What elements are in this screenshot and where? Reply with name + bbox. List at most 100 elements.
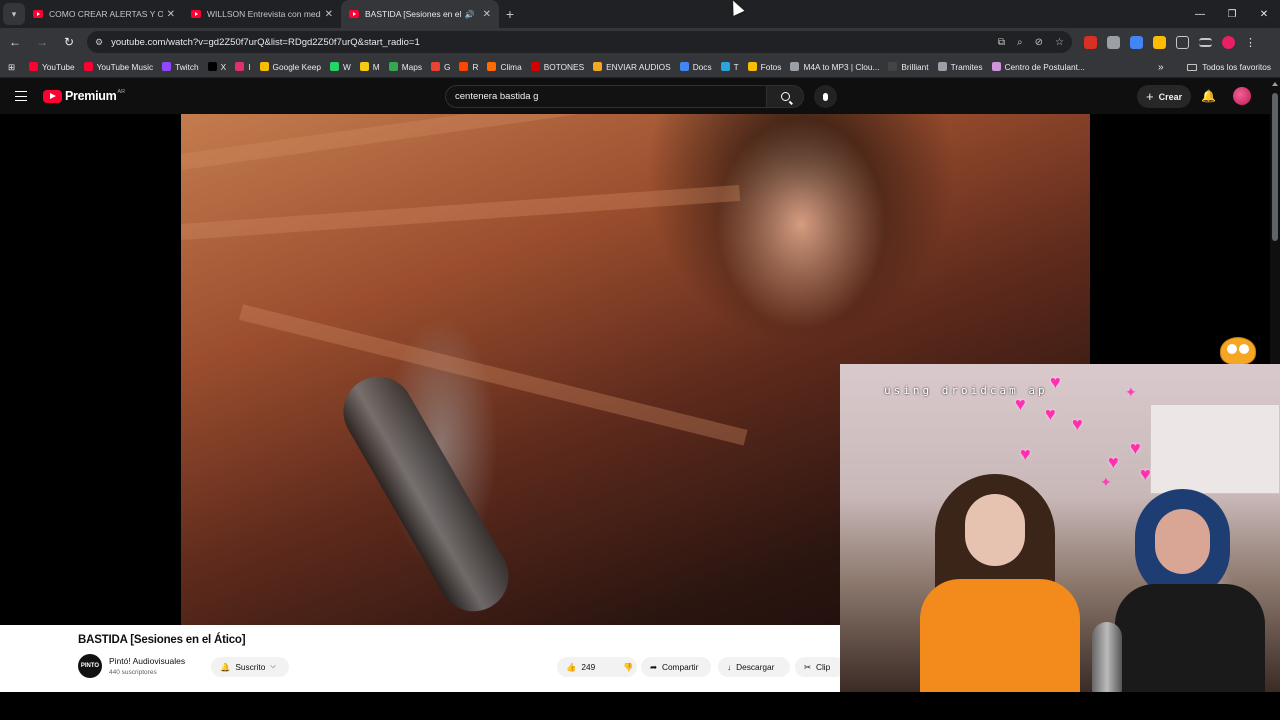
bookmark-item[interactable]: YouTube <box>28 62 75 72</box>
share-button[interactable]: ➦ Compartir <box>641 657 711 677</box>
bookmark-label: Brilliant <box>901 61 929 72</box>
eye-slash-icon[interactable]: ⊘ <box>1035 37 1043 48</box>
youtube-play-icon <box>43 89 62 103</box>
youtube-favicon-icon <box>349 10 359 18</box>
youtube-logo[interactable]: Premium AR <box>43 89 125 103</box>
bookmark-item[interactable]: T <box>720 61 739 72</box>
tab-2[interactable]: WILLSON Entrevista con medio ✕ <box>183 0 341 28</box>
channel-avatar[interactable]: PINTO <box>78 654 102 678</box>
forward-arrow-icon[interactable]: → <box>30 30 54 54</box>
bookmark-favicon-icon <box>530 62 540 71</box>
search-icon <box>780 92 790 101</box>
speaker-icon[interactable]: 🔊 <box>465 10 475 19</box>
site-info-icon[interactable]: ⚙ <box>95 37 103 48</box>
bookmark-item[interactable]: Centro de Postulant... <box>991 62 1085 72</box>
bookmark-item[interactable]: Twitch <box>162 62 199 72</box>
heart-sticker-icon: ♥ <box>1020 444 1031 464</box>
bookmark-label: M <box>372 61 380 72</box>
channel-name[interactable]: Pintó! Audiovisuales <box>109 656 185 666</box>
restore-icon[interactable]: ❐ <box>1216 0 1248 28</box>
extension-icon[interactable] <box>1084 35 1097 49</box>
more-bookmarks-icon[interactable]: » <box>1158 56 1164 78</box>
bookmark-item[interactable]: Clima <box>487 62 522 72</box>
bookmark-item[interactable]: ENVIAR AUDIOS <box>593 62 671 72</box>
hamburger-menu-icon[interactable] <box>15 91 27 101</box>
notifications-bell-icon[interactable]: 🔔 <box>1201 89 1216 103</box>
reload-icon[interactable]: ↻ <box>57 30 81 54</box>
close-icon[interactable]: ✕ <box>325 9 333 20</box>
clip-label: Clip <box>815 662 831 672</box>
extension-icon[interactable] <box>1130 35 1143 49</box>
bookmark-item[interactable]: W <box>329 62 351 72</box>
download-icon: ↓ <box>727 662 732 672</box>
voice-search-button[interactable] <box>814 85 837 108</box>
install-app-icon[interactable]: ⧉ <box>998 37 1005 48</box>
bookmark-item[interactable]: Docs <box>679 61 712 72</box>
search-input[interactable]: centenera bastida g <box>445 85 767 108</box>
dislike-button[interactable]: 👎 <box>614 657 642 677</box>
back-arrow-icon[interactable]: ← <box>3 30 27 54</box>
bookmark-item[interactable]: Maps <box>388 61 423 72</box>
bookmark-label: Docs <box>692 61 712 72</box>
profile-avatar-icon[interactable] <box>1222 35 1235 49</box>
reading-list-icon[interactable] <box>1199 37 1212 47</box>
tab-title: WILLSON Entrevista con medio <box>207 9 321 19</box>
face <box>1155 509 1210 574</box>
tab-title: COMO CREAR ALERTAS Y OVE <box>49 9 163 19</box>
tab-search-button[interactable]: ▾ <box>3 3 25 25</box>
bookmark-favicon-icon <box>162 62 172 71</box>
kebab-menu-icon[interactable]: ⋮ <box>1245 36 1256 49</box>
search-button[interactable] <box>766 85 804 108</box>
video-info-panel: BASTIDA [Sesiones en el Ático] PINTO Pin… <box>0 625 845 692</box>
bookmark-item[interactable]: YouTube Music <box>83 62 153 72</box>
browser-tab-bar: ▾ COMO CREAR ALERTAS Y OVE ✕ WILLSON Ent… <box>0 0 1280 28</box>
minimize-icon[interactable]: — <box>1184 0 1216 28</box>
plus-icon: + <box>1146 89 1154 104</box>
tab-3-active[interactable]: BASTIDA [Sesiones en el Áti 🔊 ✕ <box>341 0 499 28</box>
puzzle-icon[interactable] <box>1176 35 1189 49</box>
bookmark-item[interactable]: Google Keep <box>259 62 321 72</box>
close-icon[interactable]: ✕ <box>483 9 491 20</box>
all-bookmarks-folder[interactable]: Todos los favoritos <box>1187 56 1271 78</box>
bookmark-item[interactable]: Tramites <box>937 62 983 72</box>
extension-icon[interactable] <box>1153 35 1166 49</box>
subscribed-button[interactable]: 🔔 Suscrito ⌵ <box>211 657 289 677</box>
bookmark-label: R <box>472 61 479 72</box>
bookmark-item[interactable]: G <box>431 62 450 72</box>
bookmark-item[interactable]: I <box>235 62 251 72</box>
new-tab-button[interactable]: + <box>499 6 521 22</box>
bookmark-item[interactable]: X <box>207 62 226 72</box>
bookmark-favicon-icon <box>679 62 689 71</box>
scroll-up-icon[interactable] <box>1272 82 1278 86</box>
url-text[interactable]: youtube.com/watch?v=gd2Z50f7urQ&list=RDg… <box>111 37 998 48</box>
like-button[interactable]: 👍 249 <box>557 657 604 677</box>
youtube-favicon-icon <box>33 10 43 18</box>
bookmark-item[interactable]: Brilliant <box>888 61 929 72</box>
close-window-icon[interactable]: ✕ <box>1248 0 1280 28</box>
heart-sticker-icon: ♥ <box>1108 452 1119 472</box>
bookmark-favicon-icon <box>259 62 269 71</box>
apps-grid-icon[interactable]: ⊞ <box>8 62 15 72</box>
scrollbar-thumb[interactable] <box>1272 93 1278 241</box>
bookmark-label: Twitch <box>175 61 199 72</box>
account-avatar[interactable] <box>1233 87 1251 105</box>
bookmark-item[interactable]: Fotos <box>747 62 781 72</box>
extension-icon[interactable] <box>1107 35 1120 49</box>
bookmark-label: Maps <box>401 61 423 72</box>
bookmark-item[interactable]: R <box>459 62 478 72</box>
bookmark-item[interactable]: M <box>359 61 380 72</box>
close-icon[interactable]: ✕ <box>167 9 175 20</box>
heart-sticker-icon: ♥ <box>1140 464 1151 484</box>
tab-1[interactable]: COMO CREAR ALERTAS Y OVE ✕ <box>25 0 183 28</box>
address-bar[interactable]: ⚙ youtube.com/watch?v=gd2Z50f7urQ&list=R… <box>87 31 1072 53</box>
clip-button[interactable]: ✂ Clip <box>795 657 845 677</box>
bookmark-label: M4A to MP3 | Clou... <box>803 61 880 72</box>
create-button[interactable]: + Crear <box>1137 85 1192 108</box>
download-button[interactable]: ↓ Descargar <box>718 657 790 677</box>
bookmark-star-icon[interactable]: ☆ <box>1055 37 1064 48</box>
zoom-icon[interactable]: ⌕ <box>1017 37 1023 48</box>
bookmark-item[interactable]: BOTONES <box>530 62 584 72</box>
bookmark-item[interactable]: M4A to MP3 | Clou... <box>790 62 879 72</box>
bookmark-favicon-icon <box>207 62 217 71</box>
bookmark-label: T <box>733 61 739 72</box>
